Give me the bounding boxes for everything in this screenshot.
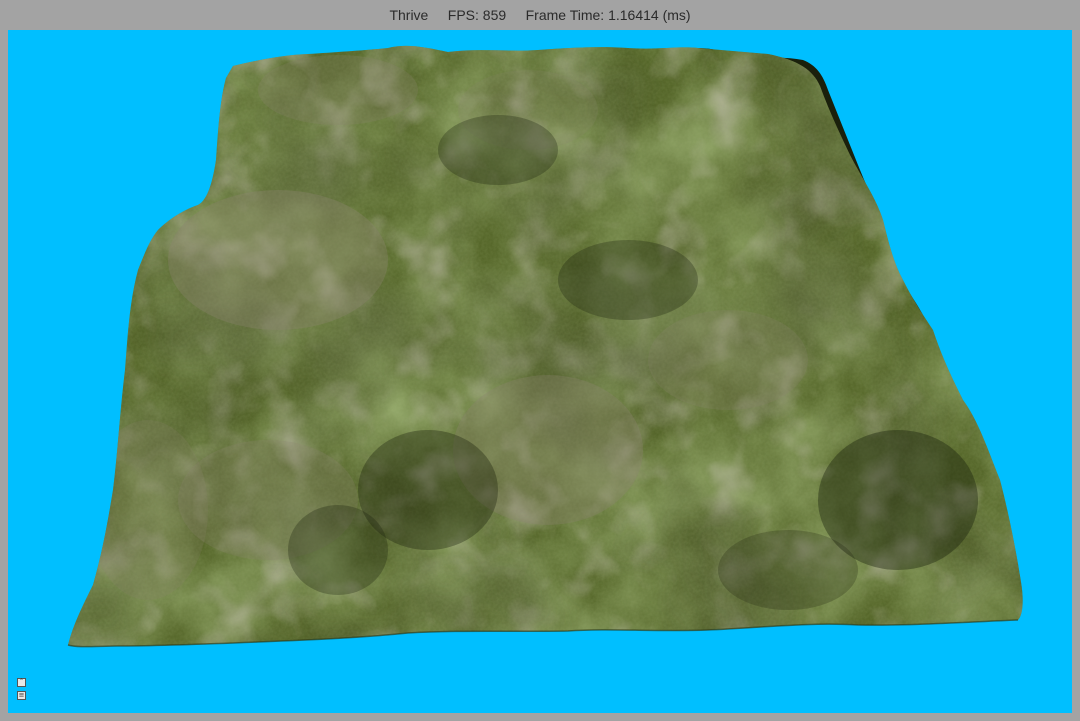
profiler-icons: ˄ ≡ <box>17 678 29 704</box>
terrain-scene <box>8 30 1072 713</box>
profiler-toggle-icon[interactable]: ≡ <box>17 691 26 700</box>
frame-time-readout: Frame Time: 1.16414 (ms) <box>525 7 691 23</box>
render-viewport[interactable] <box>8 30 1072 713</box>
app-window: Thrive FPS: 859 Frame Time: 1.16414 (ms) <box>0 0 1080 721</box>
window-title: Thrive <box>389 7 429 23</box>
profiler-expand-icon[interactable]: ˄ <box>17 678 26 687</box>
fps-readout: FPS: 859 <box>447 7 507 23</box>
title-bar: Thrive FPS: 859 Frame Time: 1.16414 (ms) <box>0 0 1080 30</box>
